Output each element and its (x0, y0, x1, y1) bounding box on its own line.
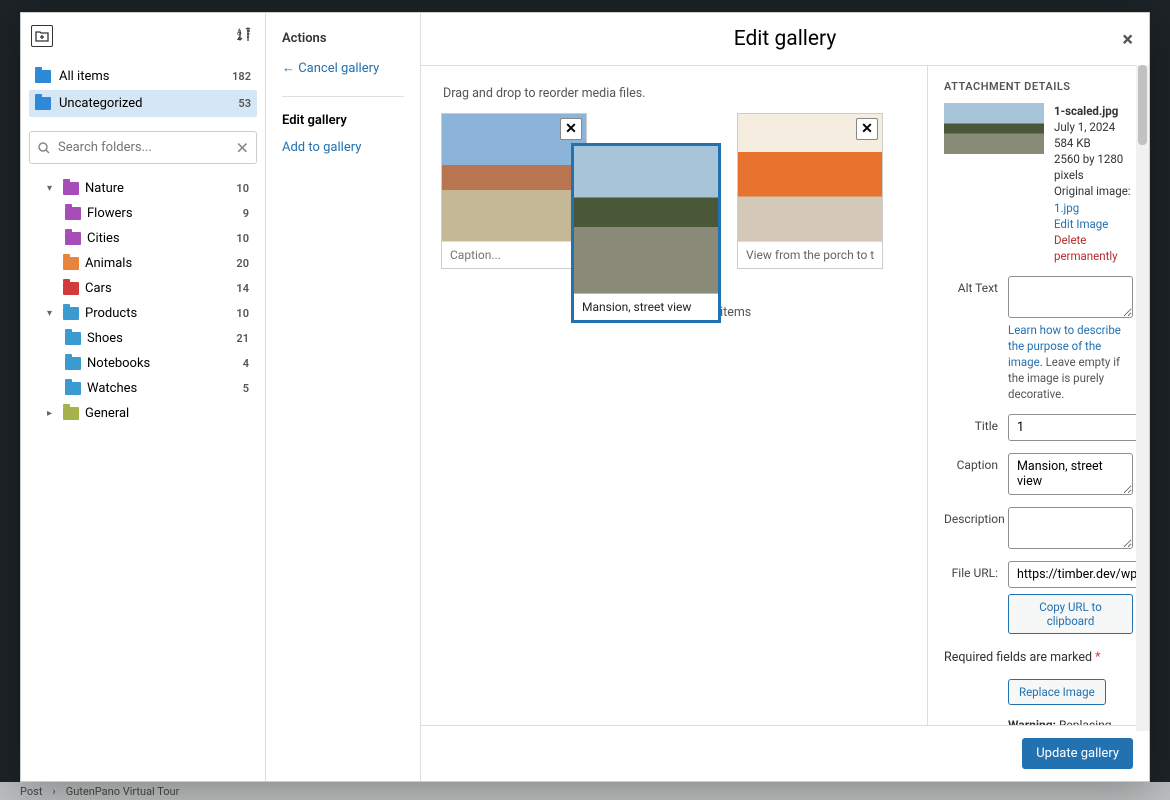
folder-count: 9 (243, 207, 255, 220)
folder-count: 14 (236, 282, 255, 295)
breadcrumb: Post › GutenPano Virtual Tour (0, 782, 1170, 800)
folder-icon (65, 357, 81, 370)
caption-input[interactable] (442, 241, 586, 268)
reorder-hint: Drag and drop to reorder media files. (443, 86, 907, 101)
folder-count: 10 (236, 232, 255, 245)
folder-tree-item[interactable]: Cars 14 (27, 276, 259, 301)
attachment-filename: 1-scaled.jpg (1054, 103, 1133, 119)
folder-count: 21 (236, 332, 255, 345)
edit-gallery-modal: AZ All items 182 Uncategorized 53 ✕ ▾ Nat… (20, 12, 1150, 782)
caption-input[interactable] (738, 241, 882, 268)
folder-tree-item[interactable]: Notebooks 4 (27, 351, 259, 376)
details-heading: ATTACHMENT DETAILS (944, 80, 1133, 93)
folder-label: General (85, 406, 129, 421)
tree-arrow-icon: ▾ (47, 308, 57, 319)
description-textarea[interactable] (1008, 507, 1133, 549)
folder-icon (65, 207, 81, 220)
folder-label: Cities (87, 231, 120, 246)
sort-icon: AZ (235, 27, 253, 45)
folder-plus-icon (35, 29, 49, 43)
file-url-input[interactable] (1008, 561, 1149, 588)
folder-count: 10 (236, 182, 255, 195)
folder-icon (35, 70, 51, 83)
folder-icon (63, 257, 79, 270)
folder-label: Shoes (87, 331, 123, 346)
folder-icon (63, 182, 79, 195)
remove-item-button[interactable]: ✕ (856, 118, 878, 140)
title-label: Title (944, 414, 998, 433)
edit-image-link[interactable]: Edit Image (1054, 217, 1108, 231)
folder-label: Flowers (87, 206, 133, 221)
folder-tree-item[interactable]: Flowers 9 (27, 201, 259, 226)
remove-item-button[interactable]: ✕ (560, 118, 582, 140)
edit-gallery-subheading: Edit gallery (282, 113, 404, 128)
thumbnail-image (574, 146, 718, 293)
search-folders-input[interactable] (29, 131, 257, 164)
folder-tree-item[interactable]: Shoes 21 (27, 326, 259, 351)
folder-tree-item[interactable]: ▾ Products 10 (27, 301, 259, 326)
description-label: Description (944, 507, 998, 526)
folder-all-items[interactable]: All items 182 (29, 63, 257, 90)
update-gallery-button[interactable]: Update gallery (1022, 738, 1133, 769)
delete-permanently-link[interactable]: Delete permanently (1054, 233, 1118, 263)
folder-icon (63, 307, 79, 320)
alt-text-input[interactable] (1008, 276, 1133, 318)
original-image-link[interactable]: 1.jpg (1054, 201, 1079, 215)
gallery-area: Drag and drop to reorder media files. ✕ … (421, 66, 927, 725)
folder-count: 20 (236, 257, 255, 270)
folder-panel: AZ All items 182 Uncategorized 53 ✕ ▾ Nat… (21, 13, 266, 781)
add-to-gallery-link[interactable]: Add to gallery (282, 140, 404, 155)
folder-icon (65, 382, 81, 395)
folder-icon (65, 332, 81, 345)
add-folder-button[interactable] (31, 25, 53, 47)
gallery-item[interactable]: ✕ (441, 113, 587, 269)
caption-input[interactable] (574, 293, 718, 320)
caption-textarea[interactable]: Mansion, street view (1008, 453, 1133, 495)
sort-button[interactable]: AZ (233, 25, 255, 47)
folder-label: Nature (85, 181, 124, 196)
file-url-label: File URL: (944, 561, 998, 580)
folder-icon (63, 282, 79, 295)
folder-label: Products (85, 306, 137, 321)
gallery-item[interactable]: ✕ (737, 113, 883, 269)
folder-tree-item[interactable]: Watches 5 (27, 376, 259, 401)
folder-tree-item[interactable]: ▸ General (27, 401, 259, 426)
folder-icon (35, 97, 51, 110)
tree-arrow-icon: ▾ (47, 183, 57, 194)
actions-heading: Actions (282, 31, 404, 46)
attachment-thumbnail (944, 103, 1044, 154)
clear-search-icon[interactable]: ✕ (236, 138, 249, 157)
close-modal-button[interactable]: × (1122, 27, 1133, 51)
tree-arrow-icon: ▸ (47, 408, 57, 419)
attachment-date: July 1, 2024 (1054, 119, 1133, 135)
title-input[interactable] (1008, 414, 1149, 441)
folder-label: Watches (87, 381, 137, 396)
folder-label: Cars (85, 281, 112, 296)
folder-tree-item[interactable]: ▾ Nature 10 (27, 176, 259, 201)
copy-url-button[interactable]: Copy URL to clipboard (1008, 594, 1133, 634)
folder-count: 4 (243, 357, 255, 370)
cancel-gallery-link[interactable]: ← Cancel gallery (282, 60, 404, 76)
scrollbar[interactable] (1136, 65, 1149, 731)
attachment-dimensions: 2560 by 1280 pixels (1054, 151, 1133, 183)
folder-count: 5 (243, 382, 255, 395)
folder-label: Notebooks (87, 356, 150, 371)
alt-text-label: Alt Text (944, 276, 998, 295)
folder-icon (63, 407, 79, 420)
search-icon (37, 141, 51, 155)
attachment-details-panel: ATTACHMENT DETAILS 1-scaled.jpg July 1, … (927, 66, 1149, 725)
replace-image-button[interactable]: Replace Image (1008, 679, 1106, 705)
actions-panel: Actions ← Cancel gallery Edit gallery Ad… (266, 13, 421, 781)
gallery-item-selected[interactable]: Title: 1 Dimension: 2560 x 1280 Size: 58… (571, 143, 721, 323)
folder-tree-item[interactable]: Animals 20 (27, 251, 259, 276)
caption-label: Caption (944, 453, 998, 472)
folder-uncategorized[interactable]: Uncategorized 53 (29, 90, 257, 117)
modal-title: Edit gallery (734, 27, 837, 51)
folder-count: 10 (236, 307, 255, 320)
svg-text:Z: Z (237, 34, 241, 42)
folder-label: Animals (85, 256, 132, 271)
attachment-size: 584 KB (1054, 135, 1133, 151)
folder-tree-item[interactable]: Cities 10 (27, 226, 259, 251)
folder-icon (65, 232, 81, 245)
